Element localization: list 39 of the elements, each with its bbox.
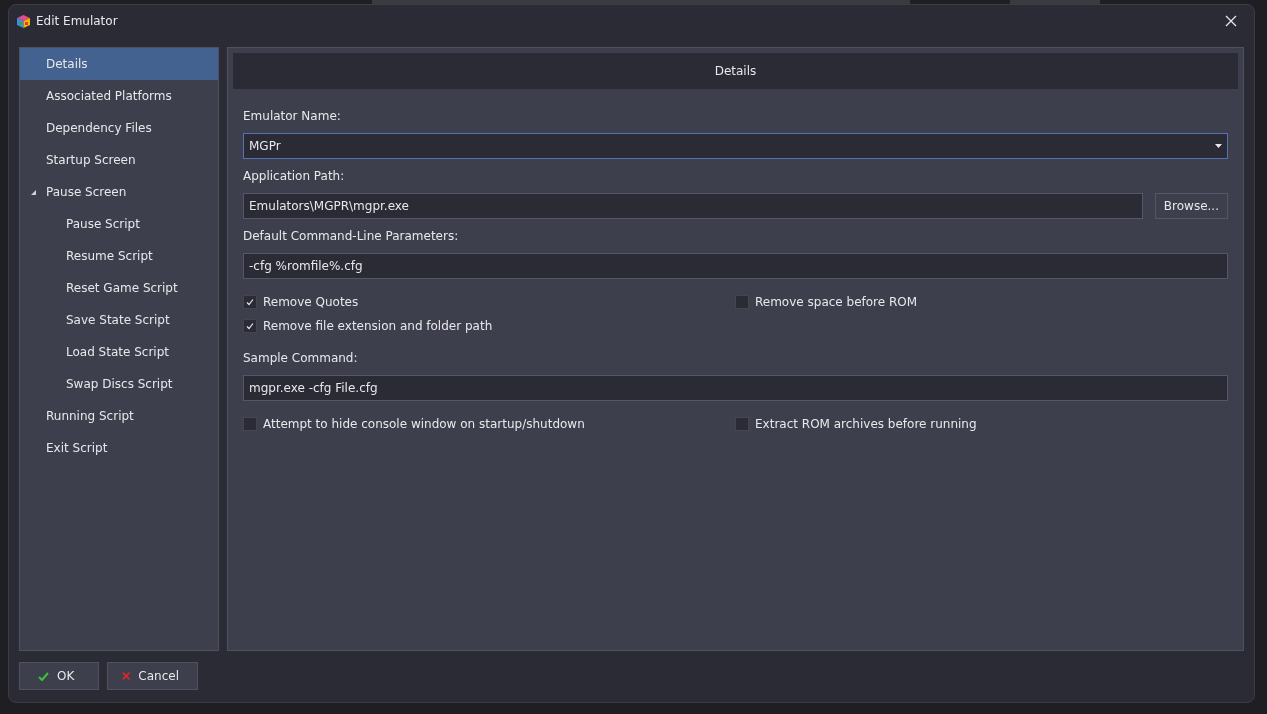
- field-label: Sample Command:: [243, 350, 359, 367]
- browse-button[interactable]: Browse...: [1154, 193, 1228, 219]
- sidebar-item[interactable]: Pause Screen: [20, 176, 218, 208]
- checkmark-icon: [246, 322, 254, 330]
- window-title: Edit Emulator: [36, 14, 119, 28]
- panel-header: Details: [233, 53, 1238, 89]
- cube-logo-icon: [17, 14, 30, 28]
- close-button[interactable]: [1224, 14, 1238, 28]
- sample-command-field[interactable]: mgpr.exe -cfg File.cfg: [243, 375, 1228, 401]
- sidebar-item[interactable]: Load State Script: [20, 336, 218, 368]
- checkmark-icon: [38, 671, 49, 681]
- field-label: Application Path:: [243, 168, 346, 185]
- field-label: Emulator Name:: [243, 108, 342, 125]
- checkmark-icon: [246, 298, 254, 306]
- sidebar-item[interactable]: Running Script: [20, 400, 218, 432]
- dropdown-caret-icon: [1215, 144, 1222, 148]
- sidebar-item[interactable]: Startup Screen: [20, 144, 218, 176]
- sidebar-item[interactable]: Resume Script: [20, 240, 218, 272]
- checkbox[interactable]: Remove Quotes: [243, 295, 735, 309]
- sidebar-item[interactable]: Details: [20, 48, 218, 80]
- sidebar-item[interactable]: Associated Platforms: [20, 80, 218, 112]
- field-label: Default Command-Line Parameters:: [243, 228, 460, 245]
- ok-button[interactable]: OK: [19, 662, 99, 690]
- sidebar-item[interactable]: Reset Game Script: [20, 272, 218, 304]
- checkbox[interactable]: Attempt to hide console window on startup/shutdown: [243, 417, 735, 431]
- sidebar-item[interactable]: Exit Script: [20, 432, 218, 464]
- checkbox[interactable]: Remove space before ROM: [735, 295, 1228, 309]
- checkbox[interactable]: Remove file extension and folder path: [243, 319, 735, 333]
- sidebar-item[interactable]: Dependency Files: [20, 112, 218, 144]
- checkbox[interactable]: Extract ROM archives before running: [735, 417, 1228, 431]
- sidebar-item[interactable]: Pause Script: [20, 208, 218, 240]
- expanded-caret-icon[interactable]: [31, 190, 36, 195]
- emulator-name-dropdown[interactable]: MGPr: [243, 133, 1228, 159]
- cancel-button[interactable]: Cancel: [107, 662, 198, 690]
- sidebar-item[interactable]: Swap Discs Script: [20, 368, 218, 400]
- sidebar-item[interactable]: Save State Script: [20, 304, 218, 336]
- cross-icon: [122, 671, 131, 681]
- parameters-field[interactable]: -cfg %romfile%.cfg: [243, 253, 1228, 279]
- application-path-field[interactable]: Emulators\MGPR\mgpr.exe: [243, 193, 1143, 219]
